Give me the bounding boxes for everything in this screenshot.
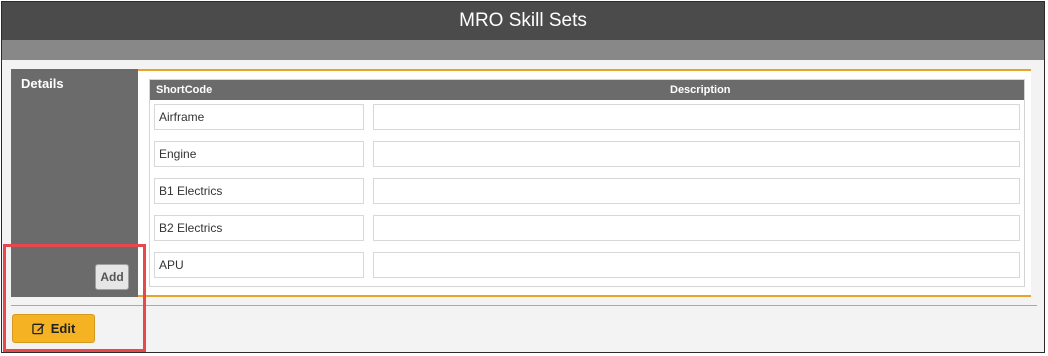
table-row — [150, 174, 1024, 211]
shortcode-field[interactable] — [154, 141, 364, 167]
app-window: MRO Skill Sets Details Add ShortCode Des… — [1, 1, 1045, 353]
column-header-description: Description — [670, 84, 731, 96]
description-field[interactable] — [373, 141, 1020, 167]
description-field[interactable] — [373, 215, 1020, 241]
table-row — [150, 137, 1024, 174]
content-area: Details Add ShortCode Description Airfra… — [2, 60, 1044, 352]
page-title: MRO Skill Sets — [459, 10, 587, 31]
column-header-shortcode: ShortCode — [156, 84, 213, 96]
table-row — [150, 248, 1024, 285]
edit-button[interactable]: Edit — [12, 314, 95, 343]
divider — [11, 305, 1037, 306]
shortcode-field[interactable] — [154, 215, 364, 241]
table-row — [150, 100, 1024, 137]
description-field[interactable] — [373, 178, 1020, 204]
description-field[interactable] — [373, 252, 1020, 278]
sub-header-bar — [2, 40, 1044, 60]
edit-icon — [31, 323, 45, 335]
table-header: ShortCode Description — [150, 80, 1024, 100]
table-row — [150, 211, 1024, 248]
details-panel: Details Add — [11, 69, 138, 297]
skill-sets-table: ShortCode Description — [149, 79, 1025, 287]
shortcode-field[interactable] — [154, 104, 364, 130]
details-title: Details — [21, 76, 64, 91]
add-button[interactable]: Add — [95, 264, 129, 290]
skill-sets-panel: ShortCode Description — [138, 69, 1031, 297]
shortcode-field[interactable] — [154, 252, 364, 278]
edit-button-label: Edit — [50, 321, 76, 336]
title-bar: MRO Skill Sets — [2, 2, 1044, 40]
shortcode-field[interactable] — [154, 178, 364, 204]
description-field[interactable] — [373, 104, 1020, 130]
